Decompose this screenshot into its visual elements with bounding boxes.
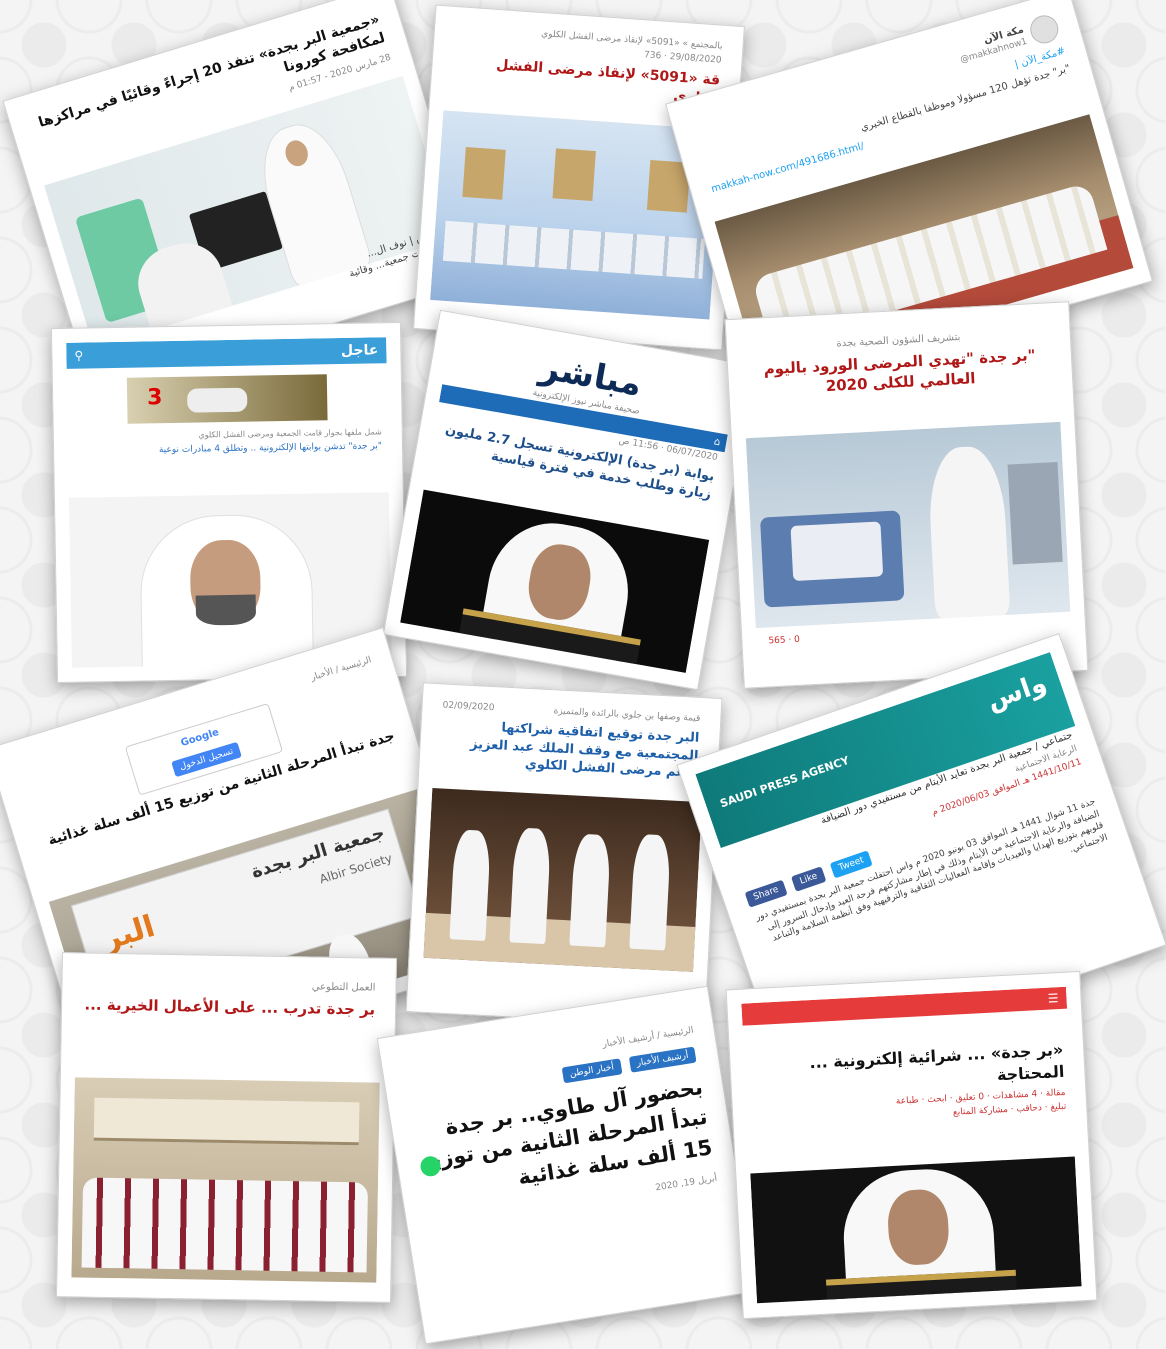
card-photo-hospital bbox=[746, 421, 1072, 629]
card-title: بر جدة تدرب ... على الأعمال الخيرية ... bbox=[85, 995, 377, 1019]
tag-national[interactable]: أخبار الوطن bbox=[562, 1058, 624, 1084]
portrait-photo bbox=[751, 1156, 1083, 1304]
card-photo-meeting bbox=[424, 788, 703, 972]
news-card-ajel-portal[interactable]: عاجل ⚲ 3 شمل ملفها بجوار قامت الجمعية وم… bbox=[51, 321, 409, 684]
card-stats: 565 · 0 bbox=[769, 634, 802, 647]
news-card-mubasher[interactable]: مباشر صحيفة مباشر نيوز الإلكترونية ⌂ 06/… bbox=[383, 309, 757, 691]
news-card-ecommerce-cards[interactable]: ☰ «بر جدة» ... شرائية إلكترونية ... المح… bbox=[726, 970, 1099, 1320]
ad-number: 3 bbox=[147, 385, 164, 411]
home-icon[interactable]: ⌂ bbox=[714, 436, 722, 448]
news-card-volunteer-training[interactable]: العمل التطوعي بر جدة تدرب ... على الأعما… bbox=[57, 952, 398, 1303]
site-logo: عاجل bbox=[341, 342, 380, 360]
portrait-photo bbox=[401, 489, 711, 673]
ad-banner[interactable]: 3 bbox=[127, 374, 329, 424]
news-card-kidney-day-roses[interactable]: بتشريف الشؤون الصحية بجدة "بر جدة "تهدي … bbox=[725, 301, 1090, 689]
news-card-partnership-agreement[interactable]: قيمة وصفها بن جلوي بالرائدة والمتميزة 02… bbox=[406, 682, 724, 1028]
tag-archive[interactable]: أرشيف الأخبار bbox=[629, 1046, 698, 1073]
search-icon[interactable]: ⚲ bbox=[75, 349, 84, 363]
spa-logo-en: SAUDI PRESS AGENCY bbox=[719, 753, 852, 811]
news-card-al-tawi-phase2[interactable]: الرئيسية / أرشيف الأخبار أرشيف الأخبار أ… bbox=[377, 985, 758, 1345]
spa-logo: واس bbox=[983, 668, 1052, 717]
building-brand: البر bbox=[99, 908, 160, 958]
card-photo-group-training bbox=[72, 1077, 381, 1283]
menu-icon[interactable]: ☰ bbox=[1048, 991, 1059, 1006]
site-header: عاجل ⚲ bbox=[67, 337, 388, 369]
avatar bbox=[1027, 12, 1063, 47]
